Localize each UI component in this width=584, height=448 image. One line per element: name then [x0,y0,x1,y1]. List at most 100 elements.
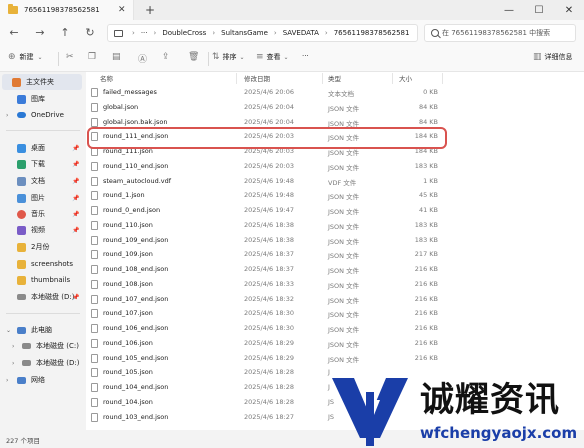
column-header-modified[interactable]: 修改日期 [244,73,270,83]
file-row[interactable]: round_109.json 2025/4/6 18:37 JSON 文件 217 K… [86,247,584,262]
breadcrumb-savedata[interactable]: SAVEDATA [283,29,319,37]
column-header-size[interactable]: 大小 [399,73,412,83]
file-type: JSON 文件 [328,119,360,128]
sidebar-item-desktop[interactable]: 桌面 📌 [0,140,85,156]
file-row[interactable]: failed_messages 2025/4/6 20:06 文本文档 0 KB [86,85,584,100]
file-row[interactable]: round_110.json 2025/4/6 18:38 JSON 文件 183 K… [86,218,584,233]
chevron-right-icon[interactable]: › [12,360,14,367]
sidebar-item-drive-d[interactable]: › 本地磁盘 (D:) [0,355,85,371]
sidebar-item-videos[interactable]: 视频 📌 [0,222,85,238]
sidebar-item-label: 主文件夹 [26,78,54,86]
pin-icon[interactable]: 📌 [72,161,79,168]
pin-icon[interactable]: 📌 [72,195,79,202]
file-size: 84 KB [418,102,438,111]
cut-icon[interactable]: ✂ [66,52,74,62]
file-name: round_0_end.json [103,206,161,214]
sidebar-item-label: 网络 [31,376,45,384]
sidebar-item-2month[interactable]: 2月份 [0,239,85,255]
file-row[interactable]: round_107_end.json 2025/4/6 18:32 JSON 文件 2… [86,292,584,307]
chevron-right-icon[interactable]: › [12,343,14,350]
search-box[interactable] [424,24,576,42]
file-row[interactable]: round_106.json 2025/4/6 18:29 JSON 文件 216 K… [86,336,584,351]
file-row[interactable]: round_105_end.json 2025/4/6 18:29 JSON 文件 2… [86,351,584,366]
tab-current-folder[interactable]: 76561198378562581 ✕ [0,0,134,20]
chevron-right-icon[interactable]: › [6,377,8,384]
new-button[interactable]: ⊕ 新建 ⌄ [8,52,43,62]
file-row[interactable]: round_108_end.json 2025/4/6 18:37 JSON 文件 2… [86,262,584,277]
file-modified-date: 2025/4/6 18:29 [244,353,294,362]
breadcrumb-doublecross[interactable]: DoubleCross [162,29,206,37]
file-row[interactable]: round_110_end.json 2025/4/6 20:03 JSON 文件 1… [86,159,584,174]
copy-icon[interactable]: ❐ [88,52,96,62]
pin-icon[interactable]: 📌 [72,227,79,234]
breadcrumb-current[interactable]: 76561198378562581 [334,29,410,37]
pin-icon[interactable]: 📌 [72,145,79,152]
sidebar-item-pictures[interactable]: 图片 📌 [0,190,85,206]
sidebar-item-label: 音乐 [31,210,45,218]
refresh-button[interactable]: ↻ [82,26,98,40]
file-row[interactable]: steam_autocloud.vdf 2025/4/6 19:48 VDF 文件 1… [86,174,584,189]
sidebar-item-documents[interactable]: 文档 📌 [0,173,85,189]
details-button[interactable]: ▥ 详细信息 [533,52,573,62]
gallery-icon [17,94,26,104]
new-label: 新建 [19,53,34,61]
breadcrumb-sultansgame[interactable]: SultansGame [221,29,268,37]
column-divider[interactable] [236,73,237,84]
breadcrumb-more[interactable]: ··· [141,29,148,37]
file-type: VDF 文件 [328,178,357,187]
file-row[interactable]: round_0_end.json 2025/4/6 19:47 JSON 文件 41 … [86,203,584,218]
sidebar-item-network[interactable]: › 网络 [0,372,85,388]
pin-icon[interactable]: 📌 [72,294,79,301]
more-options-button[interactable]: ··· [302,52,309,60]
close-button[interactable]: ✕ [554,0,584,20]
sidebar-item-home[interactable]: 主文件夹 [2,74,82,90]
sidebar-item-drive-c[interactable]: › 本地磁盘 (C:) [0,338,85,354]
minimize-button[interactable]: — [494,0,524,20]
address-bar[interactable]: › ··· › DoubleCross › SultansGame › SAVE… [107,24,418,42]
rename-icon[interactable]: Ⓐ [138,52,147,65]
sidebar-item-thumbnails[interactable]: thumbnails [0,272,85,288]
view-icon: ≡ [256,52,264,62]
chevron-down-icon[interactable]: ⌄ [6,327,11,334]
tab-close-icon[interactable]: ✕ [118,5,126,15]
chevron-right-icon[interactable]: › [6,112,8,119]
file-icon [91,220,98,230]
column-divider[interactable] [392,73,393,84]
column-header-name[interactable]: 名称 [100,73,113,83]
sidebar-item-label: screenshots [31,260,74,268]
file-modified-date: 2025/4/6 20:04 [244,102,294,111]
file-row[interactable]: round_109_end.json 2025/4/6 18:38 JSON 文件 1… [86,233,584,248]
file-row[interactable]: round_106_end.json 2025/4/6 18:30 JSON 文件 2… [86,321,584,336]
sidebar-item-drive-d-pinned[interactable]: 本地磁盘 (D:) 📌 [0,289,85,305]
highlight-annotation [87,127,447,149]
sort-button[interactable]: ⇅ 排序 ⌄ [212,52,245,62]
sidebar-item-onedrive[interactable]: › OneDrive [0,107,85,123]
file-row[interactable]: global.json 2025/4/6 20:04 JSON 文件 84 KB [86,100,584,115]
delete-icon[interactable]: 🗑 [188,52,199,62]
file-row[interactable]: round_107.json 2025/4/6 18:30 JSON 文件 216 K… [86,306,584,321]
sidebar-item-gallery[interactable]: 图库 [0,91,85,107]
sidebar-item-label: 此电脑 [31,326,52,334]
sidebar-item-this-pc[interactable]: ⌄ 此电脑 [0,322,85,338]
file-row[interactable]: round_108.json 2025/4/6 18:33 JSON 文件 216 K… [86,277,584,292]
forward-button[interactable]: → [32,26,48,40]
file-row[interactable]: round_1.json 2025/4/6 19:48 JSON 文件 45 KB [86,188,584,203]
file-name: round_108.json [103,279,153,288]
sidebar-item-screenshots[interactable]: screenshots [0,256,85,272]
share-icon[interactable]: ⇪ [162,52,170,62]
sidebar-item-music[interactable]: 音乐 📌 [0,206,85,222]
pin-icon[interactable]: 📌 [72,178,79,185]
new-tab-button[interactable]: + [145,3,155,17]
pin-icon[interactable]: 📌 [72,211,79,218]
search-input[interactable] [442,29,572,37]
drive-icon [22,343,31,349]
column-divider[interactable] [322,73,323,84]
maximize-button[interactable]: ☐ [524,0,554,20]
view-button[interactable]: ≡ 查看 ⌄ [256,52,289,62]
column-header-type[interactable]: 类型 [328,73,341,83]
back-button[interactable]: ← [6,26,22,40]
column-divider[interactable] [442,73,443,84]
paste-icon[interactable]: ▤ [112,52,121,62]
up-button[interactable]: ↑ [57,26,73,40]
sidebar-item-downloads[interactable]: 下载 📌 [0,156,85,172]
